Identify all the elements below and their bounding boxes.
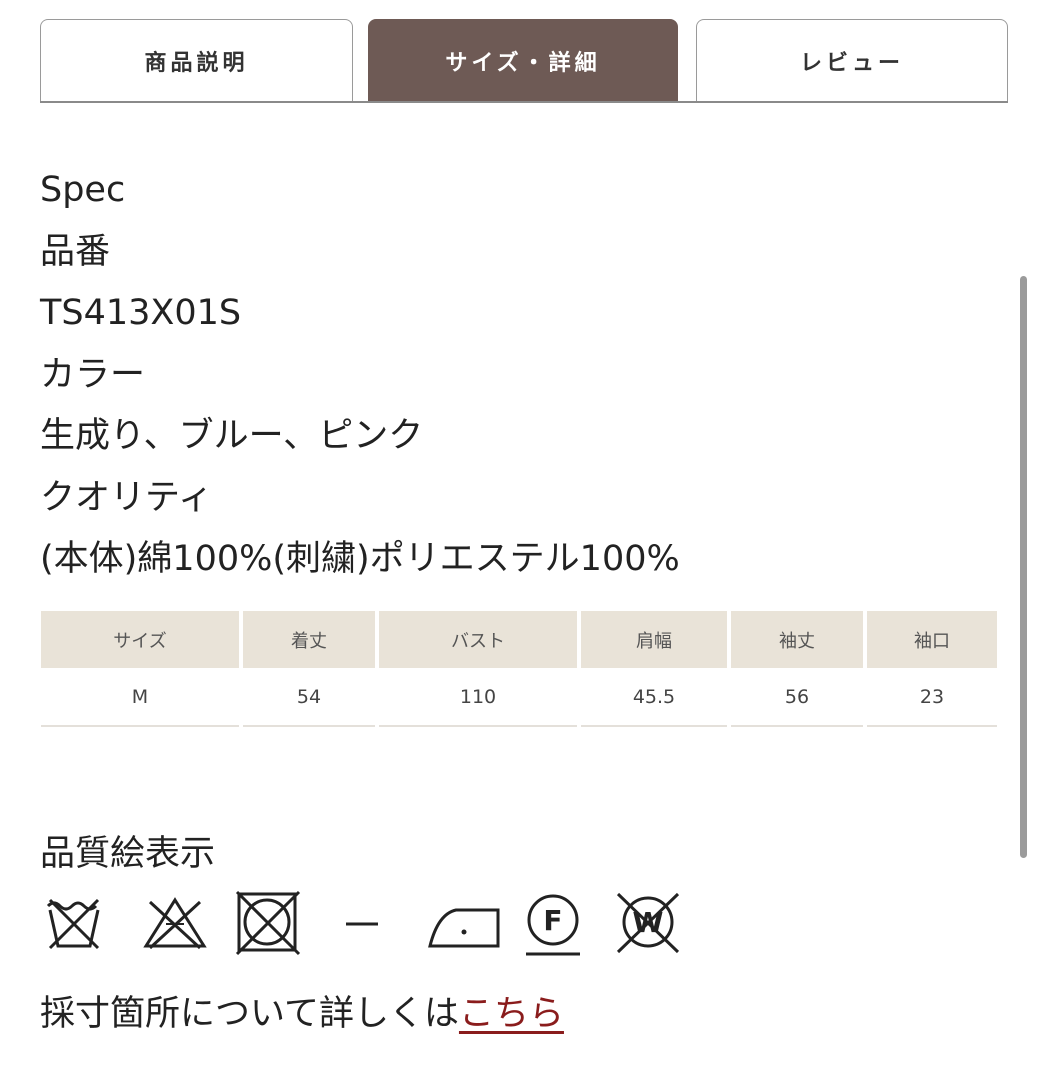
- product-number: TS413X01S: [40, 293, 242, 333]
- no-bleach-icon: [143, 897, 207, 950]
- iron-low-icon: [428, 908, 500, 948]
- header-sleeve-length: 袖丈: [731, 611, 863, 668]
- tab-size-details[interactable]: サイズ・詳細: [368, 19, 678, 101]
- no-wet-clean-icon: W: [616, 892, 680, 954]
- scrollbar[interactable]: [1020, 276, 1027, 858]
- dash-icon: [346, 922, 378, 926]
- no-tumble-dry-icon: [235, 890, 301, 956]
- dry-clean-f-icon: F: [526, 894, 580, 956]
- header-shoulder: 肩幅: [581, 611, 727, 668]
- size-table: サイズ 着丈 バスト 肩幅 袖丈 袖口 M 54 110 45.5 56 23: [37, 611, 1001, 727]
- color-values: 生成り、ブルー、ピンク: [40, 416, 424, 456]
- cell-size: M: [41, 668, 239, 727]
- cell-cuff: 23: [867, 668, 997, 727]
- cell-shoulder: 45.5: [581, 668, 727, 727]
- header-size: サイズ: [41, 611, 239, 668]
- tab-reviews[interactable]: レビュー: [696, 19, 1008, 101]
- header-length: 着丈: [243, 611, 375, 668]
- cell-sleeve-length: 56: [731, 668, 863, 727]
- svg-text:F: F: [543, 904, 562, 937]
- size-table-header-row: サイズ 着丈 バスト 肩幅 袖丈 袖口: [41, 611, 997, 668]
- cell-length: 54: [243, 668, 375, 727]
- spec-heading: Spec: [40, 170, 126, 210]
- measurement-text: 採寸箇所について詳しくは: [40, 994, 459, 1034]
- header-bust: バスト: [379, 611, 577, 668]
- measurement-info: 採寸箇所について詳しくはこちら: [40, 985, 564, 1036]
- header-cuff: 袖口: [867, 611, 997, 668]
- measurement-link[interactable]: こちら: [459, 994, 564, 1034]
- quality-label: クオリティ: [40, 477, 213, 518]
- no-wash-icon: [46, 898, 100, 950]
- product-number-label: 品番: [40, 231, 111, 272]
- color-label: カラー: [40, 354, 146, 395]
- care-label-heading: 品質絵表示: [40, 834, 216, 874]
- tab-bar: 商品説明 サイズ・詳細 レビュー: [40, 19, 1008, 103]
- spec-section: Spec 品番 TS413X01S カラー 生成り、ブルー、ピンク クオリティ …: [40, 160, 680, 591]
- tab-underline: [40, 101, 1008, 103]
- quality-value: (本体)綿100%(刺繍)ポリエステル100%: [40, 539, 680, 579]
- tab-product-description[interactable]: 商品説明: [40, 19, 353, 101]
- cell-bust: 110: [379, 668, 577, 727]
- table-row: M 54 110 45.5 56 23: [41, 668, 997, 727]
